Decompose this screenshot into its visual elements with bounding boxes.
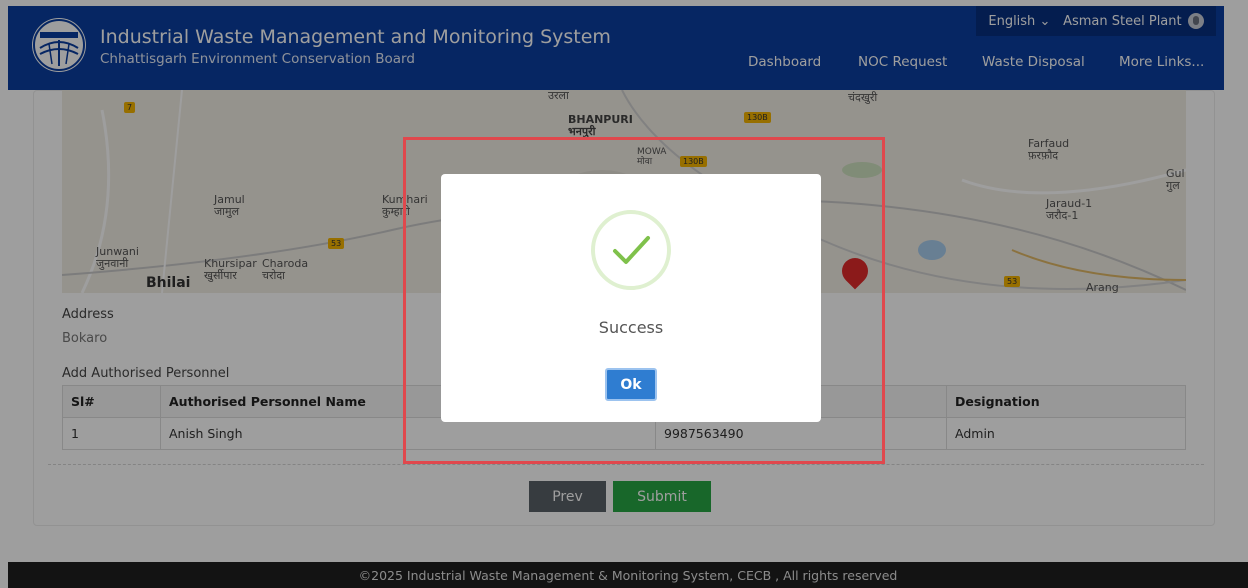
- success-check-icon: [591, 210, 671, 290]
- ok-button[interactable]: Ok: [605, 368, 657, 401]
- success-dialog: Success Ok: [441, 174, 821, 422]
- success-message: Success: [598, 318, 664, 337]
